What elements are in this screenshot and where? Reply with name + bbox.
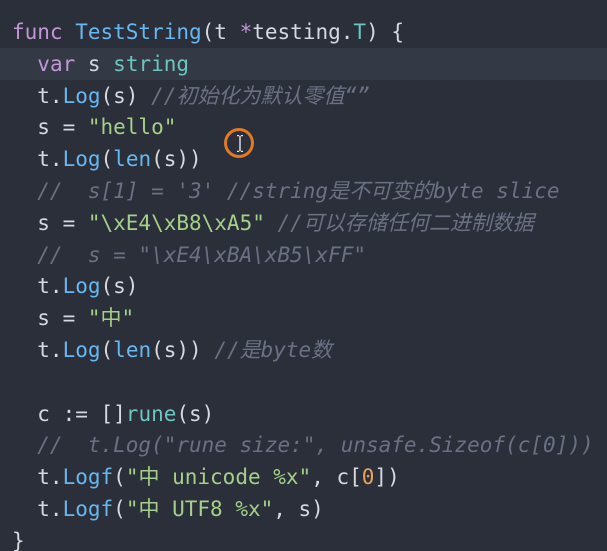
code-token: (s) [100,83,152,108]
code-token: string [113,51,190,76]
code-token: //是byte数 [214,338,333,362]
code-token: t. [12,274,63,299]
code-token: ( [113,497,126,521]
code-token: t. [12,465,63,490]
code-token: t. [12,338,63,362]
code-line[interactable]: t.Log(s) //初始化为默认零值“” [12,80,370,112]
code-token: t. [12,497,63,521]
text-ibeam-icon [237,135,243,152]
code-token: ( [100,147,114,172]
code-line[interactable]: s = "\xE4\xB8\xA5" //可以存储任何二进制数据 [12,207,534,239]
code-line[interactable]: t.Logf("中 unicode %x", c[0]) [12,461,400,493]
code-token: Log [62,147,101,172]
code-token: (s) [100,274,139,299]
code-token: len [113,147,152,172]
code-token: , c[ [311,465,362,490]
code-line[interactable]: t.Log(s) [12,270,138,302]
code-line[interactable]: t.Log(len(s)) [12,143,202,175]
code-token: t. [12,147,63,172]
code-token: Logf [62,497,114,521]
code-token: (s)) [151,338,215,362]
code-token: // s[1] = '3' //string是不可变的byte slice [12,179,560,203]
code-token: c := [] [12,401,126,426]
code-token: var [37,51,76,76]
code-token: "\xE4\xB8\xA5" [87,210,265,235]
code-token: ( [113,465,126,490]
code-token: s = [12,210,88,235]
code-line[interactable]: s = "中" [12,302,134,334]
code-token: (s)) [151,147,202,172]
code-token: "中 UTF8 %x" [125,497,274,521]
code-token: t. [12,83,63,108]
code-token: "中 unicode %x" [125,465,312,490]
code-token: rune [125,401,177,426]
code-token: 0 [361,465,375,490]
code-token: ( [100,338,114,362]
code-token: (t [201,20,240,44]
code-token: //可以存储任何二进制数据 [277,210,534,235]
code-token: testing. [252,20,354,44]
code-token: func [12,20,76,44]
code-token: //初始化为默认零值“” [151,83,370,108]
code-token: Logf [62,465,114,490]
code-line[interactable]: c := []rune(s) [12,398,214,430]
code-editor[interactable]: func TestString(t *testing.T) { var s st… [0,0,607,551]
code-token: s [75,51,114,76]
code-line[interactable]: var s string [0,47,607,80]
code-token: T [353,20,367,44]
code-token: ]) [374,465,400,490]
code-token: Log [62,274,101,299]
code-token: } [12,528,25,551]
code-token: // t.Log("rune size:", unsafe.Sizeof(c[0… [12,433,594,458]
code-token: // s = "\xE4\xBA\xB5\xFF" [12,242,367,267]
code-token: (s) [176,401,215,426]
code-token: s = [12,115,88,140]
code-token: ) { [366,20,404,44]
code-token: Log [62,83,101,108]
code-line[interactable]: // s = "\xE4\xBA\xB5\xFF" [12,239,366,271]
code-token: s = [12,306,88,331]
code-line[interactable]: func TestString(t *testing.T) { [12,16,404,48]
code-token: "hello" [87,115,177,140]
code-line[interactable]: } [12,525,25,551]
code-token: len [113,338,152,362]
code-token: "中" [87,306,135,331]
code-line[interactable]: s = "hello" [12,111,176,143]
code-line[interactable]: // t.Log("rune size:", unsafe.Sizeof(c[0… [12,429,594,461]
code-line[interactable]: t.Logf("中 UTF8 %x", s) [12,493,324,525]
code-token: Log [62,338,101,362]
code-token: * [239,20,253,44]
code-token: TestString [75,20,202,44]
code-token: , s) [273,497,324,521]
code-line[interactable]: t.Log(len(s)) //是byte数 [12,334,332,366]
code-line[interactable]: // s[1] = '3' //string是不可变的byte slice [12,175,560,207]
